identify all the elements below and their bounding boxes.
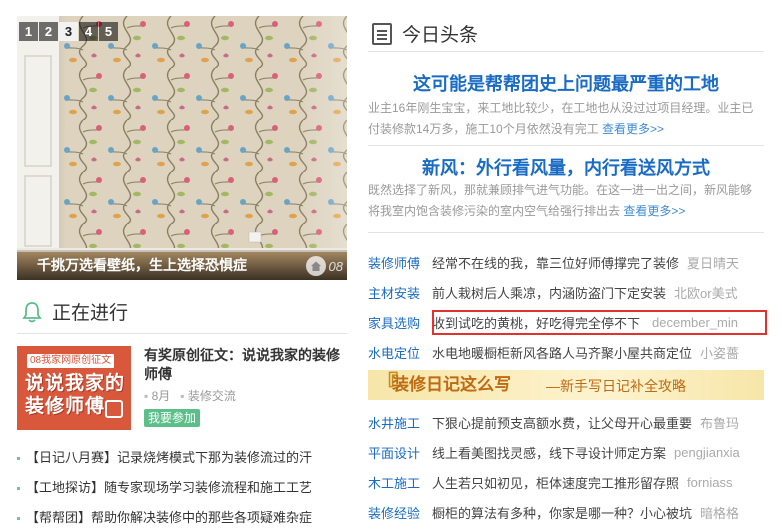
home-logo-icon: [305, 256, 326, 276]
author-name[interactable]: 暗格格: [700, 503, 739, 522]
category-link[interactable]: 平面设计: [368, 443, 432, 462]
category-link[interactable]: 装修经验: [368, 503, 432, 522]
headlines-header: 今日头条: [372, 20, 478, 47]
diary-link[interactable]: 前人栽树后人乘凉，内涵防盗门下定安装: [432, 283, 666, 302]
promo-banner-image[interactable]: 08我家网原创征文 说说我家的 装修师傅: [17, 346, 131, 430]
news-title-1[interactable]: 这可能是帮帮团史上问题最严重的工地: [368, 70, 764, 96]
join-button[interactable]: 我要参加: [144, 409, 201, 427]
promo-image-tag: 08我家网原创征文: [27, 354, 115, 368]
promo-meta: ▪ 8月 ▪ 装修交流: [144, 389, 236, 403]
author-name[interactable]: 北欧or美式: [674, 283, 738, 302]
table-row: 平面设计 线上看美图找灵感，线下寻设计师定方案 pengjianxia: [368, 437, 768, 467]
author-name[interactable]: forniass: [687, 475, 733, 490]
author-name[interactable]: 小姿薔: [700, 343, 739, 362]
slide-number-3[interactable]: 3: [59, 22, 78, 41]
slide-watermark: 08: [305, 256, 343, 276]
category-link[interactable]: 水井施工: [368, 413, 432, 432]
slide-number-1[interactable]: 1: [19, 22, 38, 41]
promo-title-link[interactable]: 有奖原创征文：说说我家的装修师傅: [144, 346, 344, 384]
highlight-box: [432, 310, 767, 335]
diary-link[interactable]: 经常不在线的我，靠三位好师傅撑完了装修: [432, 253, 679, 272]
read-more-link[interactable]: 查看更多>>: [623, 204, 685, 218]
diary-link[interactable]: 水电地暖橱柜新风各路人马齐聚小屋共商定位: [432, 343, 692, 362]
event-list: 【日记八月赛】记录烧烤模式下那为装修流过的汗 【工地探访】随专家现场学习装修流程…: [17, 443, 347, 532]
table-row: 装修经验 橱柜的算法有多种，你家是哪一种？小心被坑 暗格格: [368, 497, 768, 527]
section-divider: [17, 333, 347, 334]
diary-guide-banner[interactable]: 『 装修日记这么写 —新手写日记补全攻略: [368, 370, 764, 400]
in-progress-title: 正在进行: [52, 303, 129, 324]
slide-number-5[interactable]: 5: [99, 22, 118, 41]
in-progress-header: 正在进行: [22, 298, 128, 325]
slide-number-2[interactable]: 2: [39, 22, 58, 41]
category-link[interactable]: 木工施工: [368, 473, 432, 492]
news-title-2[interactable]: 新风：外行看风量，内行看送风方式: [368, 154, 764, 180]
category-link[interactable]: 主材安装: [368, 283, 432, 302]
table-row: 装修师傅 经常不在线的我，靠三位好师傅撑完了装修 夏日晴天: [368, 247, 768, 277]
table-row: 水电定位 水电地暖橱柜新风各路人马齐聚小屋共商定位 小姿薔: [368, 337, 768, 367]
featured-slideshow[interactable]: 1 2 3 4 5 千挑万选看壁纸，生上选择恐惧症 08: [17, 16, 347, 280]
list-item[interactable]: 【日记八月赛】记录烧烤模式下那为装修流过的汗: [17, 443, 347, 473]
news-body-1: 业主16年刚生宝宝，来工地比较少，在工地也从没过过项目经理。业主已付装修款14万…: [368, 101, 754, 136]
slide-caption[interactable]: 千挑万选看壁纸，生上选择恐惧症: [17, 250, 347, 280]
author-name[interactable]: 布鲁玛: [700, 413, 739, 432]
wallpaper-room-photo: [17, 16, 347, 280]
banner-title: 装修日记这么写: [392, 375, 511, 394]
list-item[interactable]: 【工地探访】随专家现场学习装修流程和施工工艺: [17, 473, 347, 503]
gift-icon: [105, 400, 123, 418]
diary-link[interactable]: 人生若只如初见，柜体速度完工推形留存照: [432, 473, 679, 492]
headlines-title: 今日头条: [402, 25, 479, 46]
category-link[interactable]: 装修师傅: [368, 253, 432, 272]
section-divider: [368, 51, 764, 52]
diary-link[interactable]: 下狠心提前预支高额水费，让父母开心最重要: [432, 413, 692, 432]
diary-link[interactable]: 线上看美图找灵感，线下寻设计师定方案: [432, 443, 666, 462]
read-more-link[interactable]: 查看更多>>: [602, 122, 664, 136]
list-item[interactable]: 【帮帮团】帮助你解决装修中的那些各项疑难杂症: [17, 503, 347, 532]
news-body-2: 既然选择了新风，那就兼顾排气进气功能。在这一进一出之间，新风能够将我室内饱含装修…: [368, 183, 753, 218]
bell-icon: [22, 301, 42, 322]
author-name[interactable]: 夏日晴天: [687, 253, 739, 272]
slide-number-4[interactable]: 4: [79, 22, 98, 41]
author-name[interactable]: pengjianxia: [674, 445, 740, 460]
slideshow-pager: 1 2 3 4 5: [19, 22, 118, 41]
category-link[interactable]: 水电定位: [368, 343, 432, 362]
diary-link[interactable]: 橱柜的算法有多种，你家是哪一种？小心被坑: [432, 503, 692, 522]
diary-list-a: 装修师傅 经常不在线的我，靠三位好师傅撑完了装修 夏日晴天 主材安装 前人栽树后…: [368, 247, 768, 367]
section-divider: [368, 145, 764, 146]
table-row: 主材安装 前人栽树后人乘凉，内涵防盗门下定安装 北欧or美式: [368, 277, 768, 307]
promo-category: 装修交流: [187, 389, 236, 403]
newspaper-icon: [372, 22, 392, 45]
watermark-text: 08: [328, 258, 343, 274]
promo-month: 8月: [151, 389, 171, 403]
category-link[interactable]: 家具选购: [368, 313, 432, 332]
section-divider: [368, 232, 764, 233]
table-row: 木工施工 人生若只如初见，柜体速度完工推形留存照 forniass: [368, 467, 768, 497]
table-row: 水井施工 下狠心提前预支高额水费，让父母开心最重要 布鲁玛: [368, 407, 768, 437]
diary-list-b: 水井施工 下狠心提前预支高额水费，让父母开心最重要 布鲁玛 平面设计 线上看美图…: [368, 407, 768, 527]
banner-subtitle: —新手写日记补全攻略: [546, 378, 686, 394]
